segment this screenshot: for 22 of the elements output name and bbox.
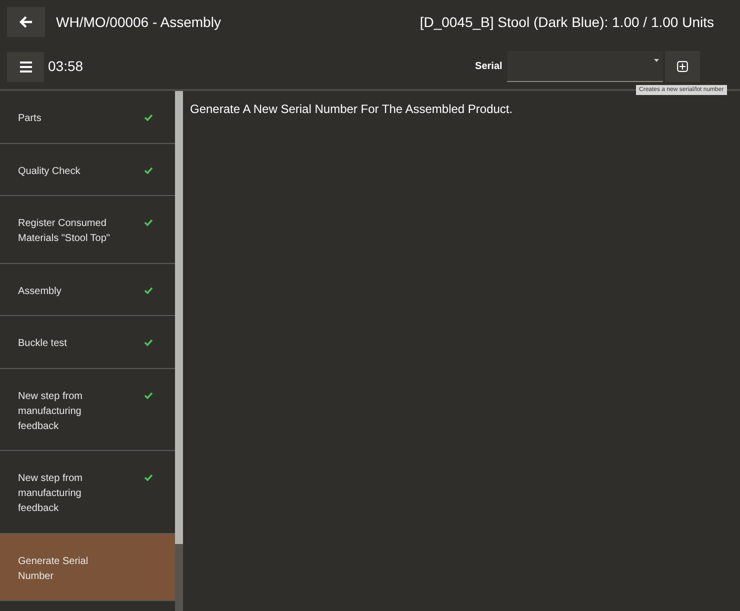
check-icon: [144, 339, 153, 346]
check-icon: [144, 474, 153, 481]
step-item[interactable]: Generate Serial Number: [0, 534, 175, 601]
back-button[interactable]: [7, 7, 45, 37]
check-icon: [144, 114, 153, 121]
timer: 03:58: [48, 57, 84, 76]
instruction-text: Generate A New Serial Number For The Assembled Product.: [190, 101, 514, 118]
serial-label: Serial: [475, 60, 502, 74]
create-serial-button[interactable]: [665, 51, 700, 82]
product-quantity: [D_0045_B] Stool (Dark Blue): 1.00 / 1.00 Units: [420, 12, 714, 32]
check-icon: [144, 167, 153, 174]
back-arrow-icon: [19, 15, 33, 29]
check-icon: [144, 219, 153, 226]
check-icon: [144, 287, 153, 294]
serial-dropdown[interactable]: [507, 51, 664, 82]
order-title: WH/MO/00006 - Assembly: [56, 12, 221, 32]
scrollbar[interactable]: [175, 91, 183, 611]
plus-square-icon: [677, 61, 688, 72]
menu-icon: [18, 60, 32, 72]
menu-button[interactable]: [7, 52, 44, 82]
caret-icon: [654, 59, 660, 62]
check-icon: [144, 392, 153, 399]
